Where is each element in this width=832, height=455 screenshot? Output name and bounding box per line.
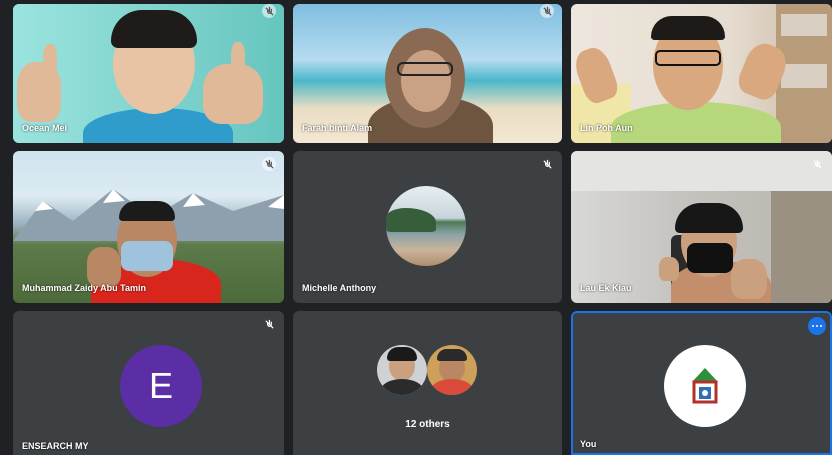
participant-tile-lau-ek-kiau[interactable]: Lau Ek Kiau bbox=[571, 151, 832, 303]
participant-tile-muhammad-zaidy[interactable]: Muhammad Zaidy Abu Tamin bbox=[13, 151, 284, 303]
participant-tile-ensearch-my[interactable]: E ENSEARCH MY bbox=[13, 311, 284, 455]
mic-off-icon bbox=[262, 4, 276, 18]
avatar: E bbox=[120, 345, 202, 427]
participant-name: Lau Ek Kiau bbox=[580, 283, 632, 293]
participant-name: Farah binti Alam bbox=[302, 123, 373, 133]
participant-tile-ocean-mei[interactable]: Ocean Mei bbox=[13, 4, 284, 143]
avatar bbox=[377, 345, 427, 395]
participant-name: ENSEARCH MY bbox=[22, 441, 89, 451]
avatar bbox=[427, 345, 477, 395]
participant-tile-others[interactable]: 12 others bbox=[293, 311, 562, 455]
more-options-icon[interactable] bbox=[808, 317, 826, 335]
avatar bbox=[664, 345, 746, 427]
mic-off-icon bbox=[810, 157, 824, 171]
mic-off-icon bbox=[262, 317, 276, 331]
participant-tile-farah[interactable]: Farah binti Alam bbox=[293, 4, 562, 143]
logo-icon bbox=[692, 368, 718, 404]
participant-name: Michelle Anthony bbox=[302, 283, 377, 293]
participant-name: Muhammad Zaidy Abu Tamin bbox=[22, 283, 147, 293]
participant-name: You bbox=[580, 439, 597, 449]
others-count: 12 others bbox=[405, 419, 450, 430]
mic-off-icon bbox=[262, 157, 276, 171]
participant-name: Lin Poh Aun bbox=[580, 123, 633, 133]
avatar bbox=[386, 186, 466, 266]
participant-tile-you[interactable]: You bbox=[571, 311, 832, 455]
mic-off-icon bbox=[540, 157, 554, 171]
participant-name: Ocean Mei bbox=[22, 123, 68, 133]
mic-off-icon bbox=[540, 4, 554, 18]
participant-tile-michelle-anthony[interactable]: Michelle Anthony bbox=[293, 151, 562, 303]
participant-tile-lin-poh-aun[interactable]: Lin Poh Aun bbox=[571, 4, 832, 143]
